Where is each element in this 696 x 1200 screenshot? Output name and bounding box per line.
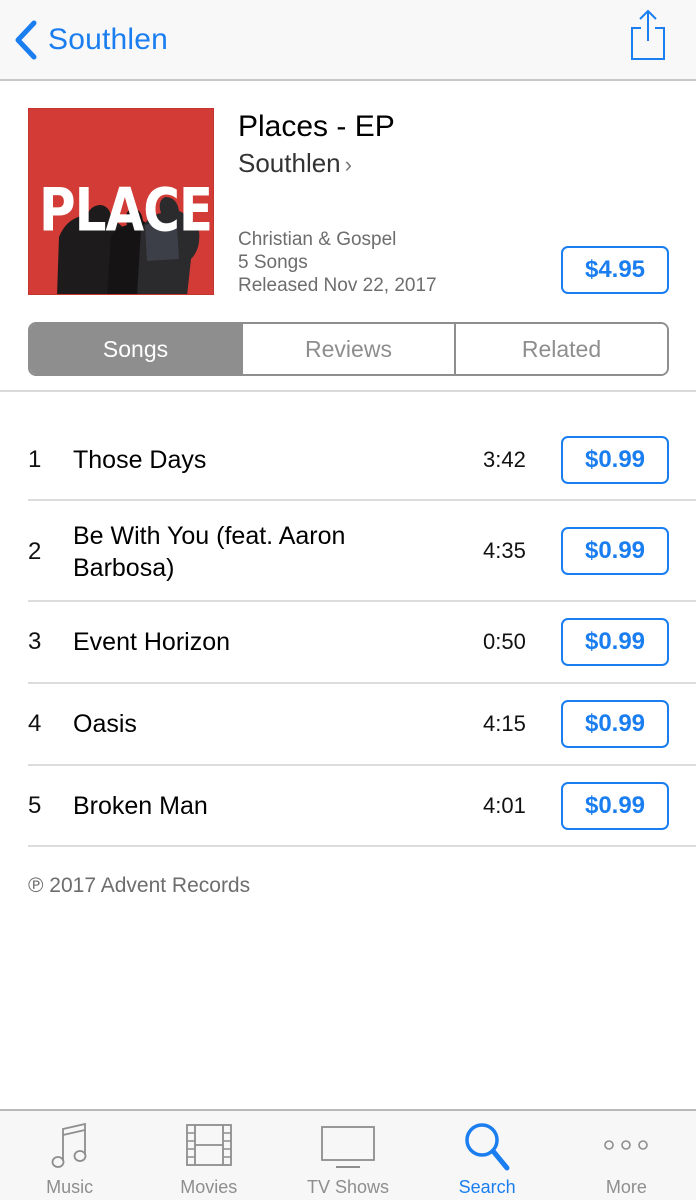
- search-icon: [465, 1123, 510, 1171]
- track-duration: 4:01: [483, 793, 526, 818]
- album-cover[interactable]: PLACES: [28, 108, 214, 295]
- track-number: 1: [28, 446, 42, 473]
- buy-track-button[interactable]: $0.99: [561, 618, 669, 666]
- track-title: Be With You (feat. Aaron Barbosa): [73, 522, 346, 582]
- track-number: 5: [28, 792, 42, 819]
- tab-label: More: [605, 1177, 647, 1197]
- track-duration: 0:50: [483, 629, 526, 654]
- album-genre: Christian & Gospel: [238, 229, 397, 250]
- segmented-control: Songs Reviews Related: [28, 322, 669, 376]
- buy-track-button[interactable]: $0.99: [561, 436, 669, 484]
- share-icon: [631, 9, 665, 60]
- track-row[interactable]: 3 Event Horizon 0:50 $0.99: [0, 601, 696, 684]
- tab-label: Music: [46, 1177, 94, 1197]
- tab-label: Movies: [180, 1177, 238, 1197]
- tab-tv-shows[interactable]: TV Shows: [278, 1111, 417, 1200]
- track-row[interactable]: 2 Be With You (feat. Aaron Barbosa) 4:35…: [0, 500, 696, 602]
- cover-title-text: PLACES: [39, 175, 213, 245]
- track-row[interactable]: 4 Oasis 4:15 $0.99: [0, 683, 696, 766]
- music-note-icon: [51, 1122, 86, 1168]
- track-row[interactable]: 1 Those Days 3:42 $0.99: [0, 418, 696, 501]
- track-title: Oasis: [73, 710, 137, 738]
- tab-search[interactable]: Search: [418, 1111, 557, 1200]
- tv-icon: [321, 1126, 375, 1168]
- track-duration: 3:42: [483, 447, 526, 472]
- navigation-bar: Southlen: [0, 0, 696, 81]
- tab-songs[interactable]: Songs: [30, 324, 241, 374]
- chevron-right-icon: ›: [344, 151, 352, 177]
- album-song-count: 5 Songs: [238, 252, 308, 273]
- track-number: 2: [28, 538, 42, 565]
- more-icon: [604, 1140, 649, 1150]
- track-title: Those Days: [73, 446, 207, 474]
- copyright-notice: ℗ 2017 Advent Records: [28, 874, 251, 897]
- track-duration: 4:15: [483, 711, 526, 736]
- tab-movies[interactable]: Movies: [139, 1111, 278, 1200]
- divider: [0, 390, 696, 392]
- buy-album-button[interactable]: $4.95: [561, 246, 669, 294]
- tab-related[interactable]: Related: [454, 324, 667, 374]
- buy-track-button[interactable]: $0.99: [561, 700, 669, 748]
- tab-label: Search: [458, 1177, 516, 1197]
- film-icon: [185, 1124, 232, 1166]
- back-label: Southlen: [48, 23, 169, 56]
- album-release-date: Released Nov 22, 2017: [238, 275, 437, 296]
- track-duration: 4:35: [483, 538, 526, 563]
- buy-track-button[interactable]: $0.99: [561, 527, 669, 575]
- tab-music[interactable]: Music: [0, 1111, 139, 1200]
- album-title: Places - EP: [238, 110, 395, 143]
- tab-more[interactable]: More: [557, 1111, 696, 1200]
- row-divider: [28, 845, 696, 847]
- tab-reviews[interactable]: Reviews: [241, 324, 454, 374]
- artist-name: Southlen: [238, 148, 341, 178]
- track-number: 3: [28, 628, 42, 655]
- track-number: 4: [28, 710, 42, 737]
- tab-bar: Music Movies TV Shows Search More: [0, 1109, 696, 1200]
- track-title: Event Horizon: [73, 628, 231, 656]
- tab-label: TV Shows: [306, 1177, 389, 1197]
- buy-track-button[interactable]: $0.99: [561, 782, 669, 830]
- track-title: Broken Man: [73, 792, 208, 820]
- track-row[interactable]: 5 Broken Man 4:01 $0.99: [0, 765, 696, 847]
- share-button[interactable]: [628, 8, 668, 62]
- chevron-left-icon: [15, 20, 37, 60]
- back-button[interactable]: Southlen: [12, 18, 168, 62]
- artist-link[interactable]: Southlen ›: [238, 148, 352, 179]
